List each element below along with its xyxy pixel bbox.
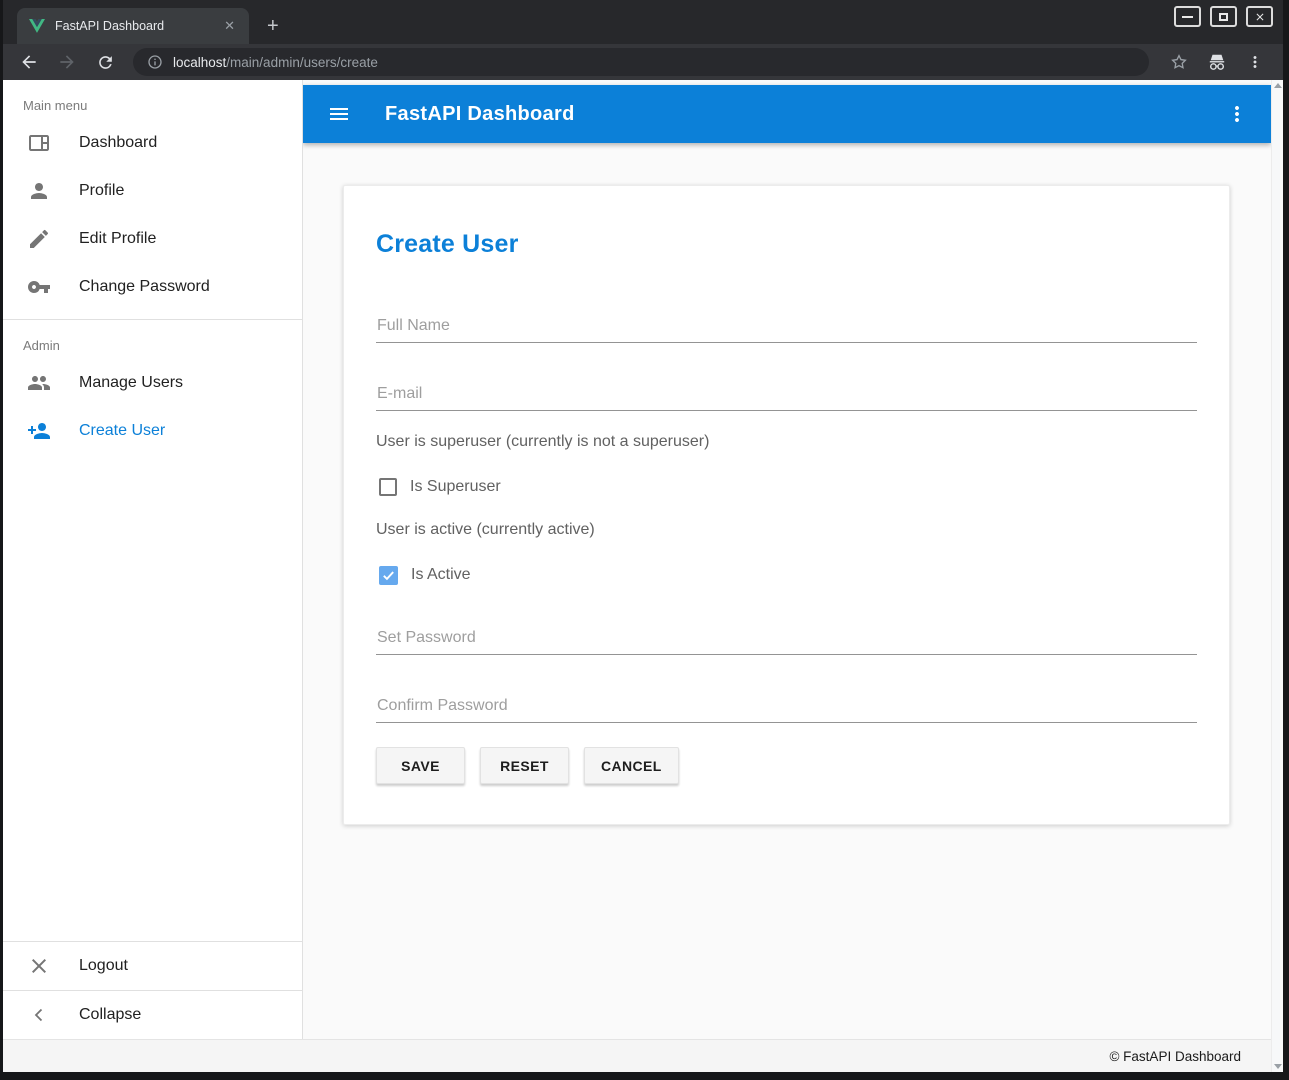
- set-password-field-wrap: [376, 629, 1197, 655]
- window-maximize-button[interactable]: [1210, 6, 1237, 27]
- sidebar-item-label: Dashboard: [79, 134, 157, 152]
- app-title: FastAPI Dashboard: [385, 103, 575, 126]
- window-minimize-button[interactable]: [1174, 6, 1201, 27]
- active-checkbox[interactable]: [379, 566, 398, 585]
- content-area: Create User User is superuser (currently…: [303, 143, 1271, 1039]
- sidebar-item-dashboard[interactable]: Dashboard: [3, 119, 302, 167]
- sidebar-section-admin: Admin: [3, 320, 302, 359]
- close-icon: [1254, 11, 1266, 23]
- sidebar-item-edit-profile[interactable]: Edit Profile: [3, 215, 302, 263]
- scroll-up-arrow-icon[interactable]: [1274, 83, 1282, 88]
- sidebar-item-label: Logout: [79, 957, 128, 975]
- vue-favicon: [29, 19, 45, 33]
- person-icon: [27, 179, 51, 203]
- confirm-password-field-wrap: [376, 697, 1197, 723]
- browser-toolbar: localhost/main/admin/users/create: [3, 44, 1283, 80]
- dashboard-web-icon: [27, 131, 51, 155]
- sidebar-item-manage-users[interactable]: Manage Users: [3, 359, 302, 407]
- sidebar-item-label: Edit Profile: [79, 230, 156, 248]
- sidebar-item-label: Profile: [79, 182, 124, 200]
- forward-arrow-icon: [57, 52, 77, 72]
- browser-window: FastAPI Dashboard ✕ + localhost/main/adm…: [0, 0, 1289, 1080]
- bookmark-star-button[interactable]: [1170, 53, 1188, 71]
- incognito-icon: [1206, 53, 1228, 71]
- tab-title: FastAPI Dashboard: [55, 19, 220, 33]
- sidebar-spacer: [3, 455, 302, 941]
- url-bar[interactable]: localhost/main/admin/users/create: [133, 48, 1149, 76]
- sidebar-item-label: Manage Users: [79, 374, 183, 392]
- sidebar-item-collapse[interactable]: Collapse: [3, 991, 302, 1039]
- footer: © FastAPI Dashboard: [3, 1039, 1271, 1072]
- hamburger-menu-button[interactable]: [327, 102, 351, 126]
- sidebar-section-main-menu: Main menu: [3, 80, 302, 119]
- email-input[interactable]: [376, 385, 1197, 411]
- form-buttons: SAVE RESET CANCEL: [376, 747, 1197, 784]
- url-path: /main/admin/users/create: [226, 55, 378, 70]
- superuser-hint: User is superuser (currently is not a su…: [376, 433, 1197, 451]
- sidebar-item-logout[interactable]: Logout: [3, 942, 302, 990]
- app-header: FastAPI Dashboard: [303, 85, 1271, 143]
- chevron-left-icon: [27, 1003, 51, 1027]
- app-menu-button[interactable]: [1225, 102, 1249, 126]
- url-host: localhost: [173, 55, 226, 70]
- group-icon: [27, 371, 51, 395]
- active-checkbox-label: Is Active: [411, 566, 471, 584]
- url-text: localhost/main/admin/users/create: [173, 55, 378, 70]
- reload-button[interactable]: [93, 50, 117, 74]
- superuser-checkbox-row[interactable]: Is Superuser: [376, 475, 1197, 499]
- star-icon: [1170, 53, 1188, 71]
- minimize-icon: [1182, 16, 1193, 18]
- browser-tab[interactable]: FastAPI Dashboard ✕: [17, 8, 249, 44]
- set-password-input[interactable]: [376, 629, 1197, 655]
- email-field-wrap: [376, 385, 1197, 411]
- full-name-input[interactable]: [376, 317, 1197, 343]
- full-name-field-wrap: [376, 317, 1197, 343]
- reset-button[interactable]: RESET: [480, 747, 569, 784]
- new-tab-button[interactable]: +: [267, 16, 279, 36]
- active-checkbox-row[interactable]: Is Active: [376, 563, 1197, 587]
- pencil-icon: [27, 227, 51, 251]
- back-button[interactable]: [17, 50, 41, 74]
- sidebar-item-profile[interactable]: Profile: [3, 167, 302, 215]
- back-arrow-icon: [19, 52, 39, 72]
- maximize-icon: [1219, 13, 1228, 21]
- browser-menu-button[interactable]: [1246, 53, 1264, 71]
- checkmark-icon: [381, 568, 396, 583]
- reload-icon: [96, 53, 115, 72]
- superuser-checkbox[interactable]: [379, 478, 397, 496]
- sidebar-item-change-password[interactable]: Change Password: [3, 263, 302, 311]
- more-vert-icon: [1246, 53, 1264, 71]
- main-area: FastAPI Dashboard Create User: [303, 80, 1271, 1039]
- footer-copyright: © FastAPI Dashboard: [1109, 1049, 1241, 1064]
- page-scrollbar[interactable]: [1271, 80, 1283, 1072]
- window-close-button[interactable]: [1246, 6, 1273, 27]
- sidebar-item-label: Change Password: [79, 278, 210, 296]
- save-button[interactable]: SAVE: [376, 747, 465, 784]
- cancel-button[interactable]: CANCEL: [584, 747, 679, 784]
- forward-button[interactable]: [55, 50, 79, 74]
- key-icon: [27, 275, 51, 299]
- incognito-indicator: [1206, 53, 1228, 71]
- scroll-down-arrow-icon[interactable]: [1274, 1064, 1282, 1069]
- sidebar: Main menu Dashboard Profile Edit Profile: [3, 80, 303, 1039]
- sidebar-item-label: Collapse: [79, 1006, 141, 1024]
- close-icon: [27, 954, 51, 978]
- page-info-icon[interactable]: [147, 54, 163, 70]
- browser-tab-strip: FastAPI Dashboard ✕ +: [3, 0, 1283, 44]
- confirm-password-input[interactable]: [376, 697, 1197, 723]
- page-title: Create User: [376, 230, 1197, 259]
- create-user-card: Create User User is superuser (currently…: [343, 185, 1230, 825]
- tab-close-icon[interactable]: ✕: [220, 16, 239, 36]
- sidebar-item-label: Create User: [79, 422, 165, 440]
- sidebar-item-create-user[interactable]: Create User: [3, 407, 302, 455]
- active-hint: User is active (currently active): [376, 521, 1197, 539]
- person-add-icon: [27, 419, 51, 443]
- superuser-checkbox-label: Is Superuser: [410, 478, 501, 496]
